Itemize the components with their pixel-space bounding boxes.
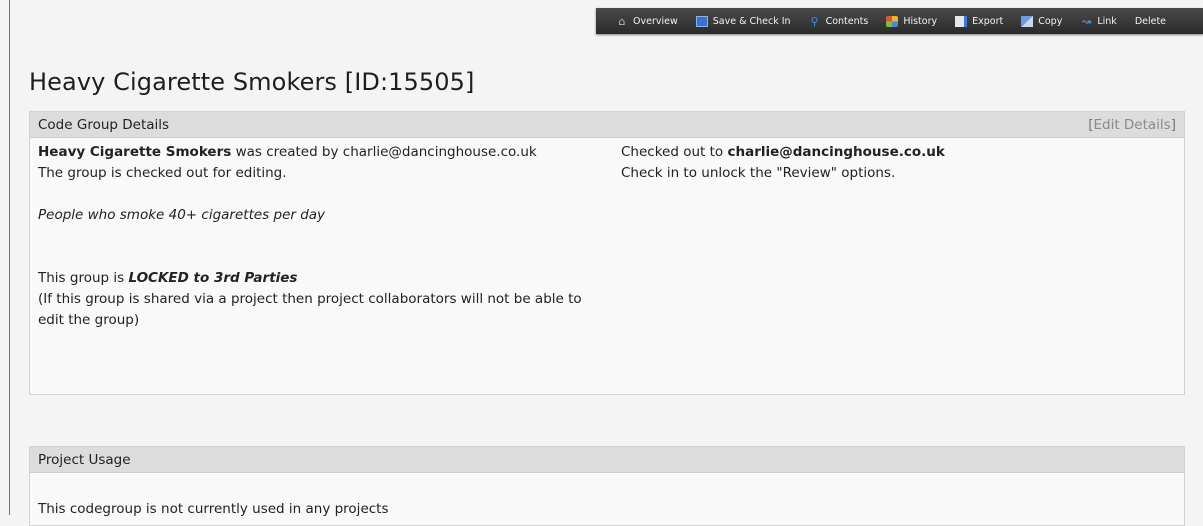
toolbar-delete-button[interactable]: Delete bbox=[1135, 16, 1166, 27]
locked-note: (If this group is shared via a project t… bbox=[38, 291, 582, 328]
toolbar-save-checkin-button[interactable]: Save & Check In bbox=[695, 15, 791, 27]
toolbar-copy-button[interactable]: Copy bbox=[1021, 15, 1063, 27]
top-toolbar: ⌂ Overview Save & Check In ⚲ Contents Hi… bbox=[596, 8, 1203, 34]
toolbar-export-button[interactable]: Export bbox=[955, 15, 1004, 27]
toolbar-item-label: Overview bbox=[633, 15, 678, 27]
code-group-details-panel: Code Group Details [Edit Details] Heavy … bbox=[29, 111, 1185, 395]
details-left-column: Heavy Cigarette Smokers was created by c… bbox=[38, 142, 598, 331]
toolbar-item-label: Delete bbox=[1134, 15, 1167, 27]
toolbar-item-label: Copy bbox=[1038, 15, 1063, 27]
toolbar-item-label: Contents bbox=[825, 15, 869, 27]
project-usage-panel: Project Usage This codegroup is not curr… bbox=[29, 446, 1185, 526]
bracket-close: ] bbox=[1170, 116, 1176, 133]
panel-header: Code Group Details [Edit Details] bbox=[30, 112, 1184, 138]
toolbar-item-label: Link bbox=[1097, 15, 1117, 27]
created-line: Heavy Cigarette Smokers was created by c… bbox=[38, 142, 598, 163]
panel-title: Project Usage bbox=[38, 451, 131, 468]
toolbar-item-label: Export bbox=[972, 15, 1004, 27]
edit-details-control: [Edit Details] bbox=[1088, 117, 1176, 133]
review-note: Check in to unlock the "Review" options. bbox=[621, 165, 896, 181]
toolbar-overview-button[interactable]: ⌂ Overview bbox=[616, 16, 678, 27]
toolbar-history-button[interactable]: History bbox=[886, 15, 938, 27]
panel-header: Project Usage bbox=[30, 447, 1184, 473]
details-right-column: Checked out to charlie@dancinghouse.co.u… bbox=[621, 142, 1121, 184]
history-icon bbox=[886, 15, 899, 27]
checked-out-status: The group is checked out for editing. bbox=[38, 165, 287, 181]
export-icon bbox=[955, 15, 968, 27]
save-icon bbox=[695, 15, 708, 27]
checked-out-prefix: Checked out to bbox=[621, 144, 728, 160]
panel-title: Code Group Details bbox=[38, 116, 170, 133]
usage-text: This codegroup is not currently used in … bbox=[38, 501, 389, 517]
search-icon: ⚲ bbox=[810, 14, 819, 28]
created-by-text: was created by charlie@dancinghouse.co.u… bbox=[231, 144, 537, 160]
locked-prefix: This group is bbox=[38, 270, 129, 286]
checked-out-line: Checked out to charlie@dancinghouse.co.u… bbox=[621, 142, 1121, 163]
edit-details-link[interactable]: Edit Details bbox=[1093, 117, 1170, 133]
locked-status: LOCKED to 3rd Parties bbox=[128, 270, 298, 286]
toolbar-contents-button[interactable]: ⚲ Contents bbox=[809, 16, 869, 27]
toolbar-item-label: History bbox=[903, 15, 938, 27]
locked-line: This group is LOCKED to 3rd Parties bbox=[38, 268, 598, 289]
page-title: Heavy Cigarette Smokers [ID:15505] bbox=[29, 68, 475, 96]
link-icon: ↝ bbox=[1081, 14, 1091, 28]
group-description: People who smoke 40+ cigarettes per day bbox=[38, 207, 326, 223]
house-icon: ⌂ bbox=[618, 14, 626, 28]
checked-out-user: charlie@dancinghouse.co.uk bbox=[727, 144, 945, 160]
copy-icon bbox=[1021, 15, 1034, 27]
group-name: Heavy Cigarette Smokers bbox=[38, 144, 232, 160]
toolbar-link-button[interactable]: ↝ Link bbox=[1080, 14, 1117, 28]
toolbar-item-label: Save & Check In bbox=[712, 15, 791, 27]
